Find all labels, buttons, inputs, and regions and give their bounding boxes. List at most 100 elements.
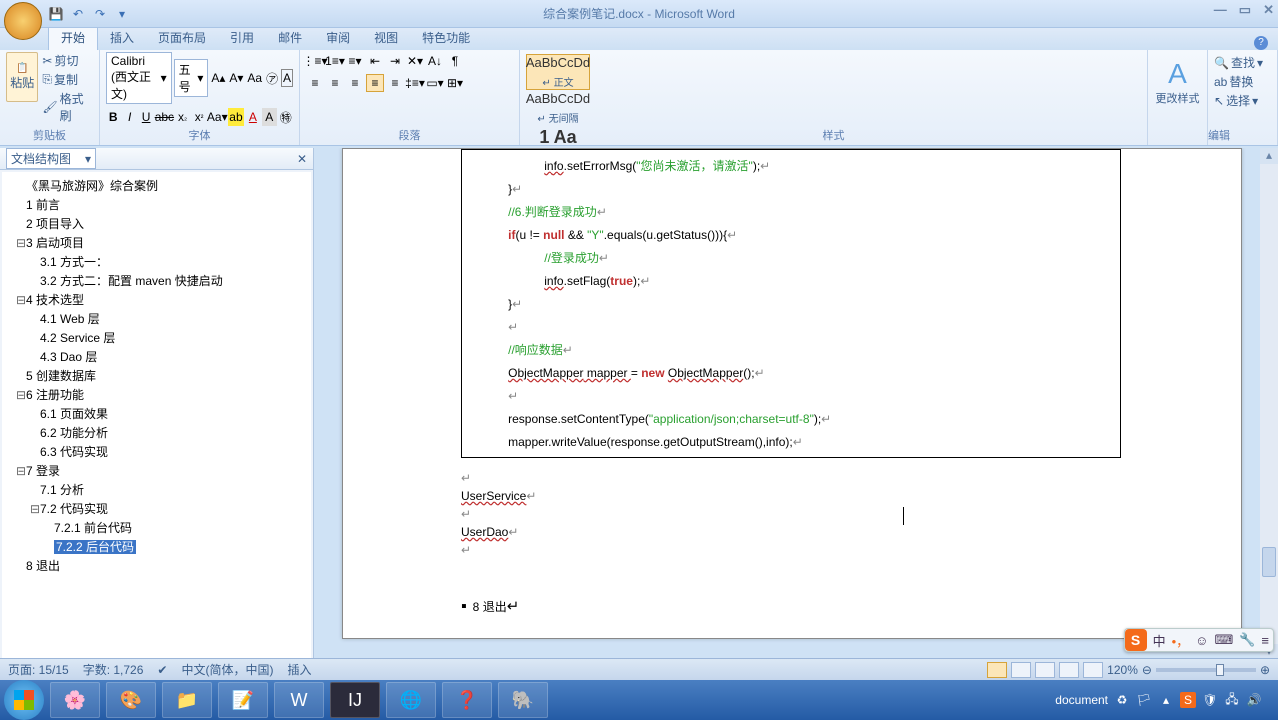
vertical-scrollbar[interactable]: ▴ ▾ xyxy=(1260,148,1278,680)
save-icon[interactable]: 💾 xyxy=(48,6,64,22)
status-words[interactable]: 字数: 1,726 xyxy=(83,661,144,678)
format-painter-button[interactable]: 🖌 格式刷 xyxy=(42,90,93,124)
tab-layout[interactable]: 页面布局 xyxy=(146,25,218,50)
tree-item[interactable]: 7.2.2 后台代码 xyxy=(6,537,307,556)
tree-item[interactable]: 1 前言 xyxy=(6,195,307,214)
status-insert-mode[interactable]: 插入 xyxy=(287,661,311,678)
ime-emoji-icon[interactable]: ☺ xyxy=(1195,633,1208,648)
subscript-button[interactable]: x₂ xyxy=(175,108,189,126)
tree-item[interactable]: 6.1 页面效果 xyxy=(6,404,307,423)
italic-button[interactable]: I xyxy=(122,108,136,126)
status-language[interactable]: 中文(简体，中国) xyxy=(181,661,273,678)
minimize-button[interactable]: — xyxy=(1214,2,1227,18)
tree-item[interactable]: ⊟7.2 代码实现 xyxy=(6,499,307,518)
tab-references[interactable]: 引用 xyxy=(218,25,266,50)
maximize-button[interactable]: ▭ xyxy=(1239,2,1251,18)
task-help[interactable]: ❓ xyxy=(442,682,492,718)
task-intellij[interactable]: IJ xyxy=(330,682,380,718)
tab-mail[interactable]: 邮件 xyxy=(266,25,314,50)
indent-dec-button[interactable]: ⇤ xyxy=(366,52,384,70)
tree-item[interactable]: 6.3 代码实现 xyxy=(6,442,307,461)
ime-menu-icon[interactable]: ≡ xyxy=(1261,633,1269,648)
tab-review[interactable]: 审阅 xyxy=(314,25,362,50)
tree-item[interactable]: 4.3 Dao 层 xyxy=(6,347,307,366)
tree-item[interactable]: 7.1 分析 xyxy=(6,480,307,499)
underline-button[interactable]: U xyxy=(139,108,153,126)
numbering-button[interactable]: 1≡▾ xyxy=(326,52,344,70)
justify-button[interactable]: ≡ xyxy=(366,74,384,92)
task-app-1[interactable]: 🌸 xyxy=(50,682,100,718)
ime-toolbar[interactable]: S 中 •， ☺ ⌨ 🔧 ≡ xyxy=(1124,628,1274,652)
task-app-2[interactable]: 🎨 xyxy=(106,682,156,718)
undo-icon[interactable]: ↶ xyxy=(70,6,86,22)
zoom-in-button[interactable]: ⊕ xyxy=(1260,663,1270,677)
ime-punct-icon[interactable]: •， xyxy=(1172,631,1190,650)
task-explorer[interactable]: 📁 xyxy=(162,682,212,718)
tab-features[interactable]: 特色功能 xyxy=(410,25,482,50)
tray-network-icon[interactable]: 🖧 xyxy=(1224,692,1240,708)
view-draft-button[interactable] xyxy=(1083,662,1103,678)
sogou-icon[interactable]: S xyxy=(1125,629,1147,651)
scroll-up-icon[interactable]: ▴ xyxy=(1260,148,1278,164)
tray-up-icon[interactable]: ▴ xyxy=(1158,692,1174,708)
tree-item[interactable]: 4.2 Service 层 xyxy=(6,328,307,347)
tray-sogou-icon[interactable]: S xyxy=(1180,692,1196,708)
style-item[interactable]: AaBbCcDd↵ 正文 xyxy=(526,54,590,90)
tree-item[interactable]: 3.1 方式一： xyxy=(6,252,307,271)
style-item[interactable]: AaBbCcDd↵ 无间隔 xyxy=(526,90,590,126)
tree-item[interactable]: 8 退出 xyxy=(6,556,307,575)
change-case-button[interactable]: Aa▾ xyxy=(208,108,226,126)
ime-keyboard-icon[interactable]: ⌨ xyxy=(1214,632,1233,648)
tree-item[interactable]: 2 项目导入 xyxy=(6,214,307,233)
tree-item[interactable]: 5 创建数据库 xyxy=(6,366,307,385)
ime-lang-icon[interactable]: 中 xyxy=(1153,631,1166,650)
office-button[interactable] xyxy=(4,2,42,40)
shading-button[interactable]: ▭▾ xyxy=(426,74,444,92)
align-left-button[interactable]: ≡ xyxy=(306,74,324,92)
tree-item[interactable]: ⊟6 注册功能 xyxy=(6,385,307,404)
redo-icon[interactable]: ↷ xyxy=(92,6,108,22)
navpane-close-icon[interactable]: ✕ xyxy=(297,152,307,166)
align-center-button[interactable]: ≡ xyxy=(326,74,344,92)
tab-insert[interactable]: 插入 xyxy=(98,25,146,50)
highlight-button[interactable]: ab xyxy=(228,108,243,126)
borders-button[interactable]: ⊞▾ xyxy=(446,74,464,92)
copy-button[interactable]: ⎘ 复制 xyxy=(42,71,93,88)
paste-button[interactable]: 📋粘贴 xyxy=(6,52,38,102)
status-page[interactable]: 页面: 15/15 xyxy=(8,661,69,678)
cut-button[interactable]: ✂ 剪切 xyxy=(42,52,93,69)
font-color-button[interactable]: A xyxy=(246,108,260,126)
start-button[interactable] xyxy=(4,680,44,720)
tab-view[interactable]: 视图 xyxy=(362,25,410,50)
tree-item[interactable]: 6.2 功能分析 xyxy=(6,423,307,442)
tray-shield-icon[interactable]: 🛡 xyxy=(1202,692,1218,708)
replace-button[interactable]: ab 替换 xyxy=(1214,73,1271,90)
font-size-combo[interactable]: 五号▾ xyxy=(174,59,209,97)
help-icon[interactable]: ? xyxy=(1254,36,1268,50)
qat-dropdown-icon[interactable]: ▾ xyxy=(114,6,130,22)
align-right-button[interactable]: ≡ xyxy=(346,74,364,92)
superscript-button[interactable]: x² xyxy=(192,108,206,126)
zoom-out-button[interactable]: ⊖ xyxy=(1142,663,1152,677)
tree-item[interactable]: ⊟7 登录 xyxy=(6,461,307,480)
char-shading-button[interactable]: A xyxy=(262,108,276,126)
clear-format-icon[interactable]: Aa xyxy=(246,69,263,87)
tree-item[interactable]: 4.1 Web 层 xyxy=(6,309,307,328)
strike-button[interactable]: abc xyxy=(155,108,173,126)
zoom-slider[interactable] xyxy=(1156,668,1256,672)
find-button[interactable]: 🔍 查找 ▾ xyxy=(1214,54,1271,71)
char-border-icon[interactable]: A xyxy=(281,69,293,87)
view-outline-button[interactable] xyxy=(1059,662,1079,678)
tree-item[interactable]: 7.2.1 前台代码 xyxy=(6,518,307,537)
view-print-layout-button[interactable] xyxy=(987,662,1007,678)
tray-flag-icon[interactable]: 🏳 xyxy=(1136,692,1152,708)
change-styles-icon[interactable]: A xyxy=(1168,58,1187,90)
tree-item[interactable]: ⊟3 启动项目 xyxy=(6,233,307,252)
grow-font-icon[interactable]: A▴ xyxy=(210,69,226,87)
phonetic-icon[interactable]: ㋐ xyxy=(265,69,279,87)
indent-inc-button[interactable]: ⇥ xyxy=(386,52,404,70)
zoom-percent[interactable]: 120% xyxy=(1107,663,1138,677)
bold-button[interactable]: B xyxy=(106,108,120,126)
task-app-3[interactable]: 🐘 xyxy=(498,682,548,718)
enclose-char-button[interactable]: ㊕ xyxy=(279,108,293,126)
